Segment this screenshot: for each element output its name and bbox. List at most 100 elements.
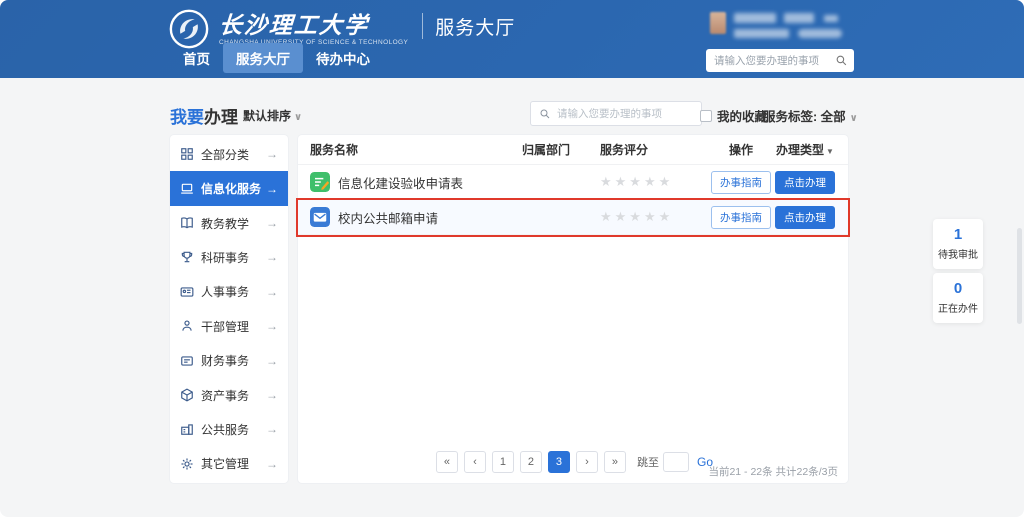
chevron-down-icon: ∨ — [294, 112, 302, 123]
in-progress-card[interactable]: 0 正在办件 — [933, 273, 983, 323]
header-search-box — [706, 49, 854, 72]
table-row[interactable]: 信息化建设验收申请表 ★★★★★ 办事指南 点击办理 — [298, 165, 848, 200]
pending-approval-label: 待我审批 — [933, 246, 983, 261]
service-search-input[interactable] — [557, 108, 693, 120]
nav-item-home[interactable]: 首页 — [170, 43, 223, 73]
grid-icon — [180, 147, 194, 161]
portal-title: 服务大厅 — [435, 13, 515, 40]
finance-icon — [180, 354, 194, 368]
guide-button[interactable]: 办事指南 — [711, 206, 771, 229]
sidebar-item-it-services[interactable]: 信息化服务 → — [170, 171, 288, 205]
sidebar-item-other-management[interactable]: 其它管理 → — [170, 447, 288, 481]
laptop-icon — [180, 182, 194, 196]
gear-icon — [180, 457, 194, 471]
sort-label: 默认排序 — [243, 109, 291, 123]
university-name: 长沙理工大学 — [218, 12, 409, 38]
apply-button[interactable]: 点击办理 — [775, 171, 835, 194]
column-header-type[interactable]: 办理类型▼ — [774, 141, 836, 158]
nav-item-todo-center[interactable]: 待办中心 — [303, 43, 383, 73]
service-name[interactable]: 信息化建设验收申请表 — [338, 173, 463, 192]
user-id-redacted — [784, 13, 814, 23]
user-name-redacted — [734, 13, 776, 23]
guide-button[interactable]: 办事指南 — [711, 171, 771, 194]
my-favorites-filter[interactable]: 我的收藏 — [700, 106, 767, 125]
service-tag-dropdown[interactable]: 服务标签: 全部∨ — [763, 106, 858, 125]
sidebar-item-public-services[interactable]: 公共服务 → — [170, 412, 288, 446]
sidebar-item-label: 人事事务 — [201, 283, 266, 300]
sidebar-item-label: 资产事务 — [201, 387, 266, 404]
arrow-right-icon: → — [266, 354, 278, 368]
page-button-3-active[interactable]: 3 — [548, 451, 570, 473]
portal-header: 长沙理工大学 CHANGSHA UNIVERSITY OF SCIENCE & … — [0, 0, 1024, 78]
book-icon — [180, 216, 194, 230]
pending-approval-count: 1 — [933, 226, 983, 243]
green-doc-icon — [310, 172, 330, 192]
action-cell: 办事指南 — [708, 206, 774, 229]
sidebar-item-research-affairs[interactable]: 科研事务 → — [170, 240, 288, 274]
column-header-rating: 服务评分 — [600, 141, 708, 158]
search-icon[interactable] — [835, 54, 848, 67]
next-page-button[interactable]: › — [576, 451, 598, 473]
nav-item-service-hall[interactable]: 服务大厅 — [223, 43, 303, 73]
header-search-input[interactable] — [714, 55, 835, 67]
in-progress-label: 正在办件 — [933, 300, 983, 315]
service-name-cell: 校内公共邮箱申请 — [310, 207, 522, 227]
user-dept-redacted — [734, 29, 789, 38]
sort-dropdown[interactable]: 默认排序∨ — [243, 107, 302, 124]
star-rating-icons[interactable]: ★★★★★ — [600, 174, 673, 189]
star-rating-icons[interactable]: ★★★★★ — [600, 209, 673, 224]
column-header-action: 操作 — [708, 141, 774, 158]
sidebar-item-all-categories[interactable]: 全部分类 → — [170, 137, 288, 171]
type-cell: 点击办理 — [774, 206, 836, 229]
arrow-right-icon: → — [266, 457, 278, 471]
service-portal-screen: 长沙理工大学 CHANGSHA UNIVERSITY OF SCIENCE & … — [0, 0, 1024, 517]
arrow-right-icon: → — [266, 147, 278, 161]
sidebar-item-label: 干部管理 — [201, 318, 266, 335]
first-page-button[interactable]: « — [436, 451, 458, 473]
in-progress-count: 0 — [933, 280, 983, 297]
service-list-panel: 服务名称 归属部门 服务评分 操作 办理类型▼ 信息化建设验收申请表 ★★★★★ — [298, 135, 848, 483]
page-button-1[interactable]: 1 — [492, 451, 514, 473]
box-icon — [180, 388, 194, 402]
logo-text: 长沙理工大学 CHANGSHA UNIVERSITY OF SCIENCE & … — [219, 12, 408, 46]
sidebar-item-academic-affairs[interactable]: 教务教学 → — [170, 206, 288, 240]
arrow-right-icon: → — [266, 285, 278, 299]
logo-divider — [422, 13, 423, 39]
jump-page-input[interactable] — [663, 452, 689, 472]
sidebar-item-cadre-management[interactable]: 干部管理 → — [170, 309, 288, 343]
sidebar-item-finance-affairs[interactable]: 财务事务 → — [170, 343, 288, 377]
rating-cell: ★★★★★ — [600, 208, 708, 226]
page-title-rest: 办理 — [204, 108, 238, 127]
sidebar-item-hr-affairs[interactable]: 人事事务 → — [170, 275, 288, 309]
sidebar-item-asset-affairs[interactable]: 资产事务 → — [170, 378, 288, 412]
person-icon — [180, 319, 194, 333]
user-badge-redacted — [798, 29, 842, 38]
pending-approval-card[interactable]: 1 待我审批 — [933, 219, 983, 269]
type-cell: 点击办理 — [774, 171, 836, 194]
table-row-highlighted[interactable]: 校内公共邮箱申请 ★★★★★ 办事指南 点击办理 — [298, 200, 848, 235]
last-page-button[interactable]: » — [604, 451, 626, 473]
apply-button[interactable]: 点击办理 — [775, 206, 835, 229]
service-search-box — [530, 101, 702, 126]
category-sidebar: 全部分类 → 信息化服务 → 教务教学 → 科研事务 → — [170, 135, 288, 483]
avatar[interactable] — [710, 12, 726, 34]
pagination-summary: 当前21 - 22条 共计22条/3页 — [708, 464, 838, 479]
table-header-row: 服务名称 归属部门 服务评分 操作 办理类型▼ — [298, 135, 848, 165]
page-button-2[interactable]: 2 — [520, 451, 542, 473]
user-info-redacted[interactable] — [706, 10, 866, 42]
chevron-down-icon: ∨ — [850, 113, 858, 124]
scrollbar[interactable] — [1017, 228, 1022, 324]
sidebar-item-label: 全部分类 — [201, 146, 266, 163]
trophy-icon — [180, 250, 194, 264]
favorites-checkbox[interactable] — [700, 110, 712, 122]
main-nav: 首页 服务大厅 待办中心 — [170, 43, 383, 73]
arrow-right-icon: → — [266, 216, 278, 230]
rating-cell: ★★★★★ — [600, 173, 708, 191]
service-name[interactable]: 校内公共邮箱申请 — [338, 208, 438, 227]
public-service-icon — [180, 422, 194, 436]
service-name-cell: 信息化建设验收申请表 — [310, 172, 522, 192]
favorites-label: 我的收藏 — [717, 106, 767, 125]
prev-page-button[interactable]: ‹ — [464, 451, 486, 473]
sidebar-item-label: 其它管理 — [201, 455, 266, 472]
sidebar-item-label: 财务事务 — [201, 352, 266, 369]
